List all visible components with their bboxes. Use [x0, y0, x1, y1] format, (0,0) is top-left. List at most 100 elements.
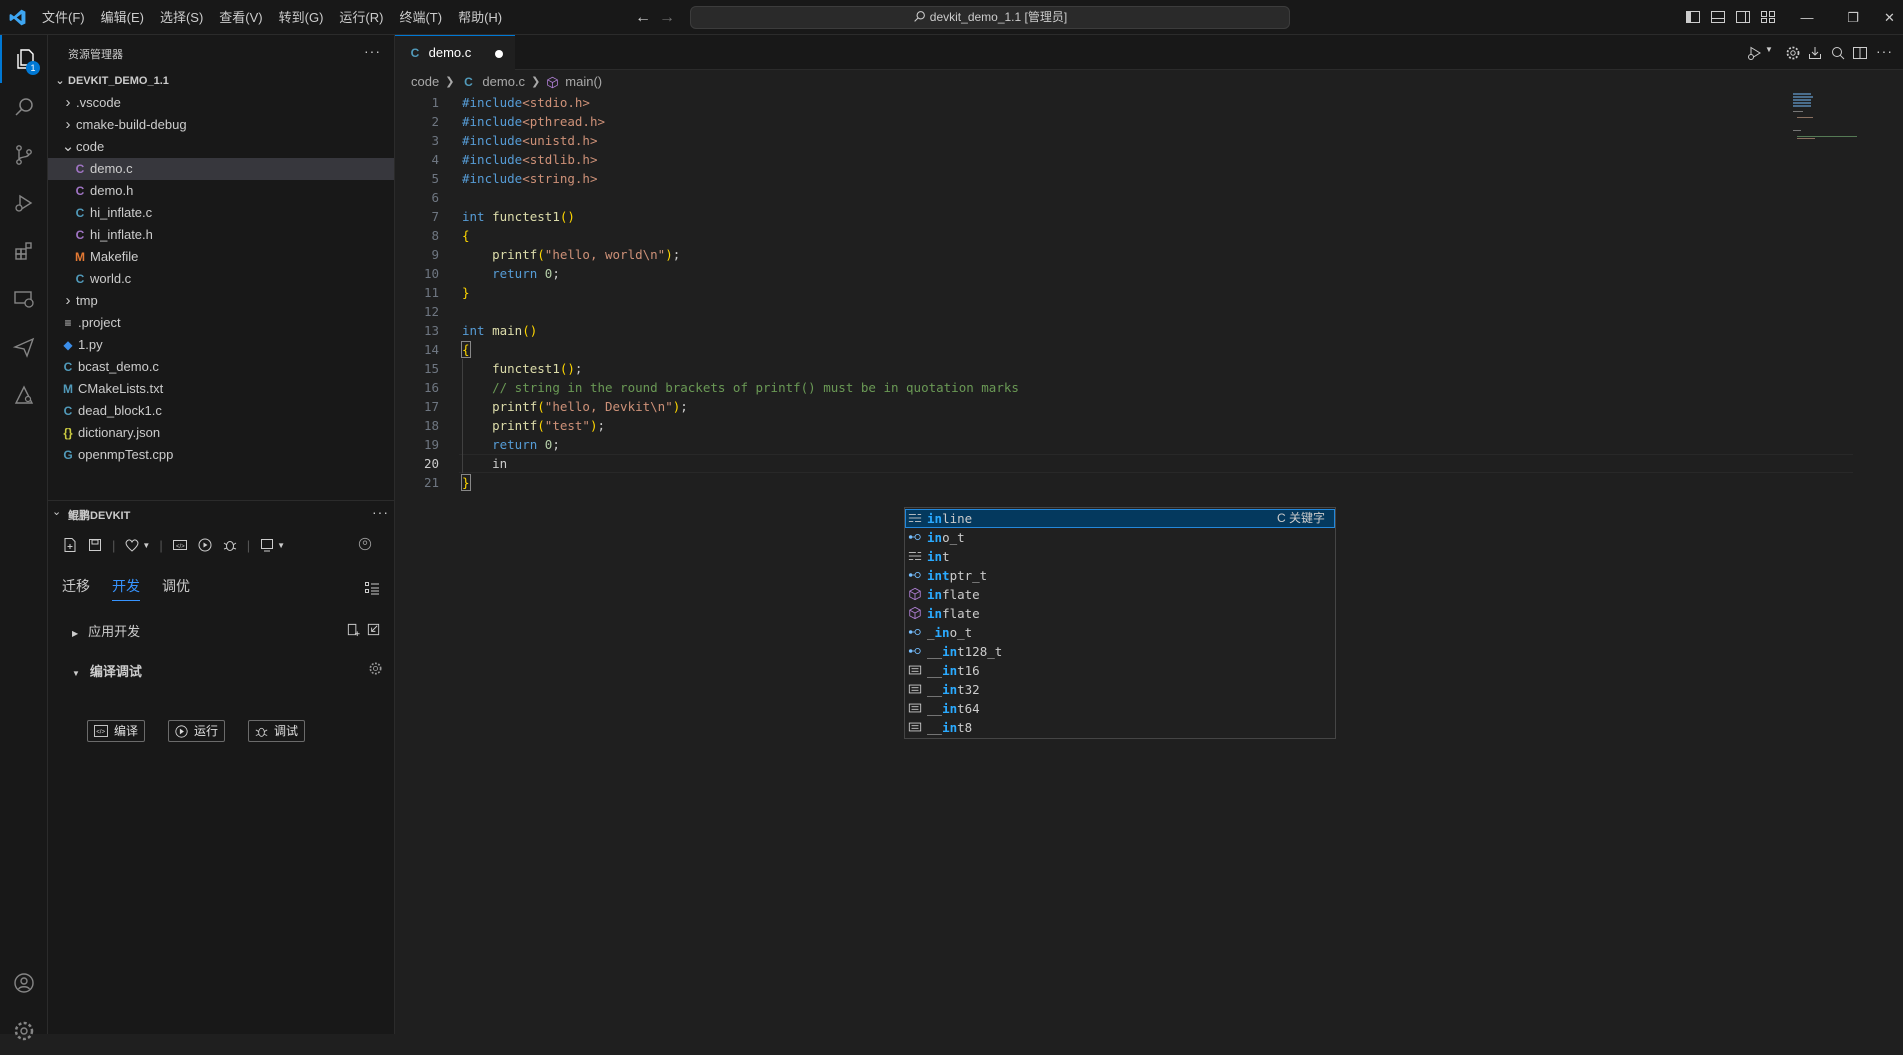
suggest-item[interactable]: inflate: [905, 604, 1335, 623]
new-file-icon[interactable]: [62, 537, 78, 553]
run-code-icon[interactable]: [1747, 45, 1763, 61]
tree-file[interactable]: {} dictionary.json: [48, 422, 394, 444]
suggest-item[interactable]: inflate: [905, 585, 1335, 604]
customize-layout-icon[interactable]: [1760, 9, 1776, 25]
debug-button[interactable]: 调试: [248, 720, 306, 742]
code-line[interactable]: 20 in: [395, 454, 1785, 473]
tree-file[interactable]: Cworld.c: [48, 268, 394, 290]
code-line[interactable]: 18 printf("test");: [395, 416, 1785, 435]
code-line[interactable]: 1 #include<stdio.h>: [395, 93, 1785, 112]
tree-file[interactable]: Cbcast_demo.c: [48, 356, 394, 378]
code-line[interactable]: 2 #include<pthread.h>: [395, 112, 1785, 131]
back-arrow-icon[interactable]: ←: [633, 8, 653, 28]
dropdown-caret-icon[interactable]: ▼: [142, 541, 150, 550]
menu-item[interactable]: 选择(S): [152, 0, 211, 35]
minimap[interactable]: [1793, 91, 1868, 141]
suggest-item[interactable]: __int64: [905, 699, 1335, 718]
suggest-item[interactable]: __int128_t: [905, 642, 1335, 661]
code-line[interactable]: 8{: [395, 226, 1785, 245]
explorer-root[interactable]: ⌄ DEVKIT_DEMO_1.1: [48, 70, 394, 92]
unsaved-dot-icon[interactable]: [495, 50, 503, 58]
activity-manage[interactable]: [0, 1007, 48, 1055]
tree-folder[interactable]: › .vscode: [48, 92, 394, 114]
gear-icon[interactable]: [1785, 45, 1801, 61]
code-line[interactable]: 3 #include<unistd.h>: [395, 131, 1785, 150]
code-line[interactable]: 19 return 0;: [395, 435, 1785, 454]
section-app-dev[interactable]: ▶ 应用开发: [72, 621, 140, 640]
tree-file[interactable]: Cdemo.h: [48, 180, 394, 202]
menu-item[interactable]: 转到(G): [271, 0, 332, 35]
activity-remote-explorer[interactable]: [0, 275, 48, 323]
explorer-more-icon[interactable]: ···: [364, 43, 381, 59]
suggest-item[interactable]: __int8: [905, 718, 1335, 737]
menu-item[interactable]: 终端(T): [391, 0, 450, 35]
code-line[interactable]: 17 printf("hello, Devkit\n");: [395, 397, 1785, 416]
suggest-item[interactable]: intptr_t: [905, 566, 1335, 585]
activity-run-debug[interactable]: [0, 179, 48, 227]
gear-icon[interactable]: [368, 661, 383, 676]
tree-folder[interactable]: › tmp: [48, 290, 394, 312]
code-line[interactable]: 15 functest1();: [395, 359, 1785, 378]
code-line[interactable]: 5 #include<string.h>: [395, 169, 1785, 188]
code-line[interactable]: 21}: [395, 473, 1785, 492]
menu-item[interactable]: 运行(R): [331, 0, 391, 35]
tree-file[interactable]: Cdead_block1.c: [48, 400, 394, 422]
split-editor-icon[interactable]: [1852, 45, 1868, 61]
save-icon[interactable]: [87, 537, 103, 553]
suggest-item[interactable]: __int16: [905, 661, 1335, 680]
command-center[interactable]: devkit_demo_1.1 [管理员]: [690, 6, 1290, 29]
tree-file[interactable]: ≡ .project: [48, 312, 394, 334]
code-line[interactable]: 13 int main(): [395, 321, 1785, 340]
tree-file[interactable]: GopenmpTest.cpp: [48, 444, 394, 466]
toggle-secondary-sidebar-icon[interactable]: [1735, 9, 1751, 25]
code-line[interactable]: 14 {: [395, 340, 1785, 359]
tab-tuning[interactable]: 调优: [162, 576, 190, 601]
code-line[interactable]: 10 return 0;: [395, 264, 1785, 283]
debug-icon[interactable]: [222, 537, 238, 553]
code-line[interactable]: 9 printf("hello, world\n");: [395, 245, 1785, 264]
suggest-item[interactable]: inline C 关键字: [905, 509, 1335, 528]
breadcrumb-file[interactable]: demo.c: [482, 71, 525, 93]
account-icon[interactable]: [358, 537, 372, 551]
tree-file[interactable]: ◆ 1.py: [48, 334, 394, 356]
activity-send[interactable]: [0, 323, 48, 371]
menu-item[interactable]: 编辑(E): [93, 0, 152, 35]
menu-item[interactable]: 查看(V): [211, 0, 270, 35]
window-icon[interactable]: [259, 537, 275, 553]
tree-folder[interactable]: ⌄ code: [48, 136, 394, 158]
close-button[interactable]: ✕: [1876, 0, 1903, 35]
suggest-item[interactable]: __int32: [905, 680, 1335, 699]
tree-file[interactable]: Chi_inflate.h: [48, 224, 394, 246]
suggest-item[interactable]: _ino_t: [905, 623, 1335, 642]
breadcrumb-symbol[interactable]: main(): [565, 71, 602, 93]
activity-search[interactable]: [0, 83, 48, 131]
dropdown-caret-icon[interactable]: ▼: [1765, 45, 1773, 54]
minimize-button[interactable]: —: [1784, 0, 1830, 35]
heart-icon[interactable]: [124, 537, 140, 553]
suggest-widget[interactable]: inline C 关键字 ino_t int intptr_t inflate inflat…: [904, 507, 1336, 739]
search-icon[interactable]: [1830, 45, 1846, 61]
menu-item[interactable]: 帮助(H): [450, 0, 510, 35]
toggle-panel-icon[interactable]: [1710, 9, 1726, 25]
run-icon[interactable]: [197, 537, 213, 553]
activity-devkit[interactable]: [0, 371, 48, 419]
tab-demo-c[interactable]: C demo.c: [395, 35, 515, 70]
code-line[interactable]: 6: [395, 188, 1785, 207]
new-project-icon[interactable]: [346, 622, 361, 637]
code-line[interactable]: 12: [395, 302, 1785, 321]
tree-file[interactable]: Cdemo.c: [48, 158, 394, 180]
toggle-primary-sidebar-icon[interactable]: [1685, 9, 1701, 25]
forward-arrow-icon[interactable]: →: [657, 8, 677, 28]
code-line[interactable]: 11}: [395, 283, 1785, 302]
tree-file[interactable]: Chi_inflate.c: [48, 202, 394, 224]
compile-icon[interactable]: </>: [172, 537, 188, 553]
tab-develop[interactable]: 开发: [112, 576, 140, 601]
download-icon[interactable]: [1807, 45, 1823, 61]
devkit-more-icon[interactable]: ···: [372, 504, 389, 520]
activity-extensions[interactable]: [0, 227, 48, 275]
activity-source-control[interactable]: [0, 131, 48, 179]
code-line[interactable]: 16 // string in the round brackets of pr…: [395, 378, 1785, 397]
compile-button[interactable]: </> 编译: [87, 720, 146, 742]
menu-item[interactable]: 文件(F): [34, 0, 93, 35]
activity-accounts[interactable]: [0, 959, 48, 1007]
